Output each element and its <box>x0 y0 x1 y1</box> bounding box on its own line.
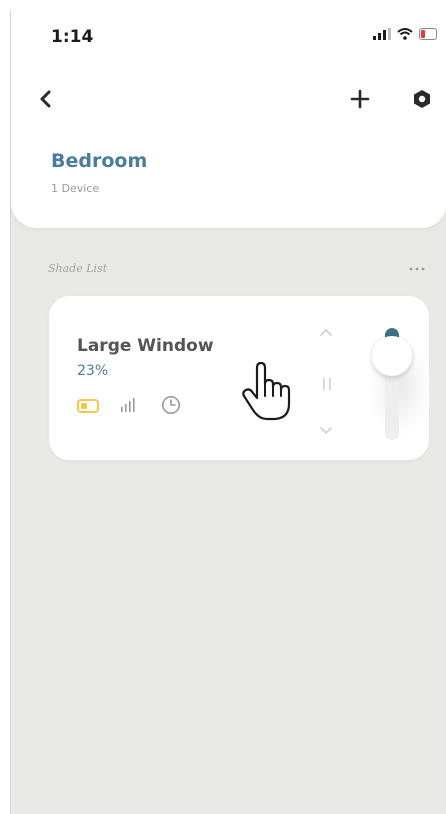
more-options-button[interactable] <box>407 266 427 272</box>
slider-thumb[interactable] <box>372 336 412 376</box>
raise-shade-button[interactable] <box>317 325 335 339</box>
hand-pointer-icon <box>242 361 291 421</box>
status-icons <box>373 28 439 40</box>
lower-shade-button[interactable] <box>317 424 335 438</box>
battery-low-icon <box>419 28 437 40</box>
shade-list-label: Shade List <box>48 262 108 275</box>
device-count: 1 Device <box>51 182 100 195</box>
phone-screen: 1:14 Bedroom 1 Device Shade List Large W… <box>10 10 446 814</box>
signal-icon <box>121 398 135 412</box>
shade-card[interactable]: Large Window 23% <box>49 296 433 460</box>
battery-icon <box>77 399 99 413</box>
status-time: 1:14 <box>51 27 94 47</box>
room-title: Bedroom <box>51 150 148 172</box>
wifi-icon <box>397 28 413 40</box>
back-button[interactable] <box>35 88 57 110</box>
settings-button[interactable] <box>411 88 433 110</box>
header-panel: 1:14 Bedroom 1 Device <box>11 10 446 228</box>
add-button[interactable] <box>348 87 372 111</box>
pause-shade-button[interactable] <box>321 376 333 392</box>
cellular-signal-icon <box>373 28 391 40</box>
shade-position-percent: 23% <box>77 363 109 379</box>
shade-name: Large Window <box>77 336 214 356</box>
clock-icon <box>162 396 180 414</box>
